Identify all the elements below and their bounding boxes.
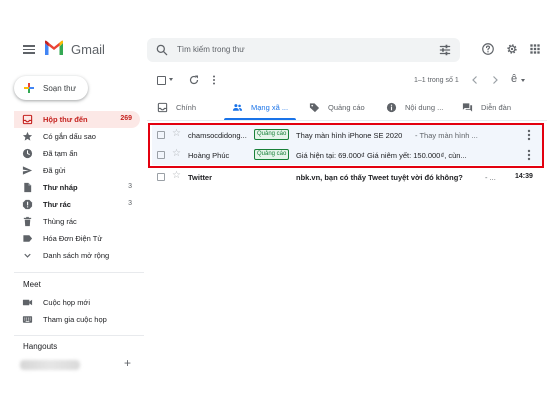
sidebar-item-label: Thùng rác	[43, 217, 77, 226]
plus-icon	[24, 83, 34, 93]
label-icon	[23, 235, 33, 242]
sidebar-item-label: Thư nháp	[43, 183, 78, 192]
tab-label: Nội dung ...	[405, 103, 444, 112]
sidebar-item-label-invoice[interactable]: Hóa Đơn Điện Tử	[14, 230, 140, 247]
email-time: 14:39	[515, 173, 533, 180]
pagination-text: 1–1 trong số 1	[414, 77, 459, 84]
search-options-icon[interactable]	[438, 43, 452, 57]
input-tools-button[interactable]: ê	[511, 73, 517, 85]
email-sender: Twitter	[188, 173, 213, 182]
hangouts-add-button[interactable]: +	[124, 356, 131, 370]
clock-icon	[22, 148, 33, 159]
sidebar-item-label: Đã tạm ẩn	[43, 149, 78, 158]
email-snippet: - ...	[485, 173, 496, 182]
sidebar-item-label: Có gắn dấu sao	[43, 132, 96, 141]
sidebar-item-inbox[interactable]: Hộp thư đến 269	[14, 111, 140, 128]
gmail-logo-icon[interactable]	[44, 40, 64, 56]
select-all-checkbox[interactable]	[157, 76, 166, 85]
people-icon	[232, 104, 243, 111]
sidebar-divider	[14, 335, 144, 336]
sidebar-item-label: Đã gửi	[43, 166, 66, 175]
compose-button[interactable]: Soạn thư	[14, 76, 88, 100]
item-count: 3	[128, 200, 132, 207]
search-bar[interactable]: Tìm kiếm trong thư	[147, 38, 460, 62]
chevron-down-icon	[24, 253, 31, 258]
star-icon	[22, 131, 33, 141]
annotation-highlight-box	[148, 123, 544, 168]
video-camera-icon	[22, 299, 33, 306]
search-input[interactable]: Tìm kiếm trong thư	[177, 45, 245, 54]
sidebar-item-label: Hóa Đơn Điện Tử	[43, 234, 103, 243]
unread-count: 269	[120, 115, 132, 122]
help-icon[interactable]	[481, 42, 495, 56]
tab-label: Diễn đàn	[481, 103, 512, 112]
info-icon	[386, 102, 397, 113]
item-count: 3	[128, 183, 132, 190]
chevron-right-icon[interactable]	[489, 74, 501, 86]
tab-label: Chính	[176, 103, 197, 112]
refresh-icon[interactable]	[188, 74, 200, 86]
main-menu-button[interactable]	[23, 44, 35, 54]
tag-icon	[309, 103, 320, 113]
hangouts-section-title: Hangouts	[23, 342, 58, 351]
sidebar-item-label: Thư rác	[43, 200, 71, 209]
chevron-left-icon[interactable]	[469, 74, 481, 86]
hangouts-user-blurred[interactable]	[20, 358, 80, 372]
sidebar-item-snoozed[interactable]: Đã tạm ẩn	[14, 145, 140, 162]
send-icon	[22, 166, 33, 175]
sidebar-item-drafts[interactable]: Thư nháp 3	[14, 179, 140, 196]
forum-icon	[462, 103, 473, 112]
sidebar-item-trash[interactable]: Thùng rác	[14, 213, 140, 230]
inbox-tab-icon	[157, 102, 168, 113]
compose-label: Soạn thư	[43, 84, 76, 93]
app-title: Gmail	[71, 42, 105, 57]
sidebar-item-spam[interactable]: Thư rác 3	[14, 196, 140, 213]
spam-icon	[22, 199, 33, 210]
trash-icon	[23, 216, 32, 227]
sidebar-item-more[interactable]: Danh sách mở rộng	[14, 247, 140, 264]
sidebar-item-label: Hộp thư đến	[43, 115, 88, 124]
meet-join-meeting[interactable]: Tham gia cuộc họp	[14, 311, 140, 328]
meet-new-meeting[interactable]: Cuộc họp mới	[14, 294, 140, 311]
meet-section-title: Meet	[23, 280, 41, 289]
sidebar-item-label: Danh sách mở rộng	[43, 251, 110, 260]
tab-label: Quảng cáo	[328, 103, 365, 112]
select-dropdown-caret[interactable]	[169, 78, 173, 81]
tab-label: Mạng xã ...	[251, 103, 289, 112]
star-outline-icon[interactable]: ☆	[172, 170, 181, 181]
sidebar-divider	[14, 272, 144, 273]
keyboard-icon	[22, 316, 33, 323]
email-subject: nbk.vn, bạn có thấy Tweet tuyệt vời đó k…	[296, 173, 463, 182]
row-checkbox[interactable]	[157, 173, 165, 181]
sidebar-item-sent[interactable]: Đã gửi	[14, 162, 140, 179]
more-vert-icon[interactable]	[208, 74, 220, 86]
search-icon[interactable]	[155, 43, 169, 57]
email-row[interactable]: ☆ Twitter nbk.vn, bạn có thấy Tweet tuyệ…	[152, 167, 544, 187]
apps-grid-icon[interactable]	[528, 42, 542, 56]
settings-gear-icon[interactable]	[505, 42, 519, 56]
draft-icon	[24, 182, 32, 193]
sidebar-item-label: Cuộc họp mới	[43, 298, 91, 307]
inbox-icon	[22, 114, 33, 125]
sidebar-item-starred[interactable]: Có gắn dấu sao	[14, 128, 140, 145]
input-tools-caret[interactable]	[521, 79, 525, 82]
tabs-divider	[147, 120, 547, 121]
sidebar-item-label: Tham gia cuộc họp	[43, 315, 107, 324]
